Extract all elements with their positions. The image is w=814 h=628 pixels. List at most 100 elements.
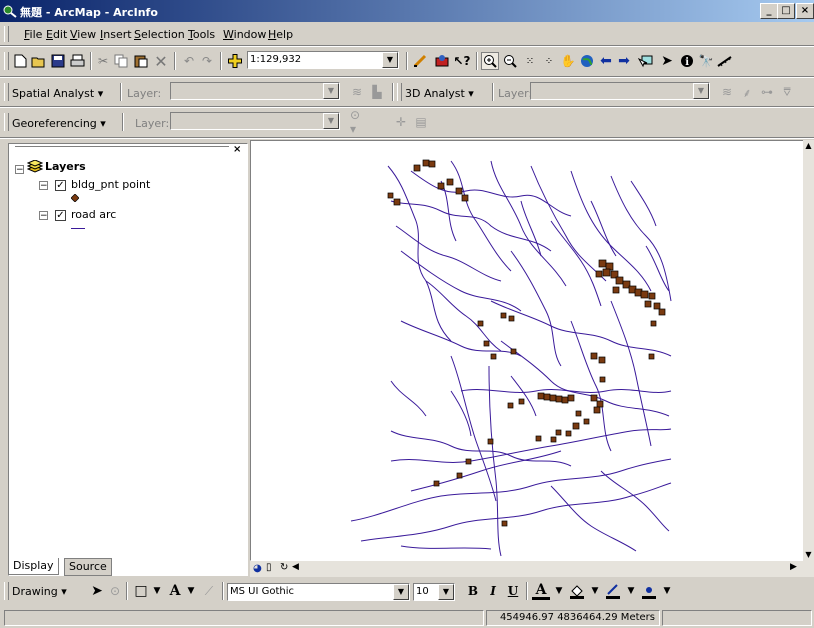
interpolate-line-icon[interactable]: ⩢ — [778, 83, 796, 101]
layer-name[interactable]: road arc — [71, 208, 116, 221]
layout-view-icon[interactable]: ▯ — [266, 562, 272, 573]
chevron-down-icon[interactable]: ▼ — [586, 582, 604, 600]
toolbar-grip[interactable] — [4, 52, 9, 70]
histogram-icon[interactable]: ≋ — [348, 83, 366, 101]
new-icon[interactable] — [11, 52, 29, 70]
chevron-down-icon[interactable]: ▼ — [693, 83, 709, 99]
map-vertical-scrollbar[interactable]: ▲ ▼ — [803, 140, 814, 561]
contour-tool-icon[interactable]: ≋ — [718, 83, 736, 101]
spatial-analyst-menu[interactable]: Spatial Analyst ▾ — [12, 87, 103, 100]
toolbar-grip[interactable] — [4, 582, 9, 600]
map-horizontal-scrollbar[interactable]: ◕ ▯ ↻ ◀ ▶ — [250, 561, 814, 577]
cut-icon[interactable]: ✂ — [94, 52, 112, 70]
layer-visibility-checkbox[interactable]: ✓ — [55, 180, 66, 191]
chevron-down-icon[interactable]: ▼ — [382, 52, 398, 68]
fill-color-icon[interactable] — [568, 582, 586, 600]
scroll-down-icon[interactable]: ▼ — [803, 549, 814, 561]
delete-icon[interactable]: ✕ — [152, 52, 170, 71]
layer-name[interactable]: bldg_pnt point — [71, 178, 150, 191]
menu-edit[interactable]: Edit — [46, 28, 67, 41]
steepest-path-icon[interactable]: ⸙ — [738, 83, 756, 101]
collapse-icon[interactable]: − — [39, 181, 48, 191]
close-button[interactable]: × — [796, 3, 814, 19]
georeferencing-menu[interactable]: Georeferencing ▾ — [12, 117, 106, 130]
rotate-icon[interactable]: ⊙ ▾ — [350, 108, 368, 136]
chevron-down-icon[interactable]: ▼ — [438, 584, 454, 600]
chevron-down-icon[interactable]: ▼ — [658, 582, 676, 600]
chevron-down-icon[interactable]: ▼ — [622, 582, 640, 600]
menu-tools[interactable]: Tools — [188, 28, 215, 41]
font-color-icon[interactable]: A — [532, 582, 550, 600]
save-icon[interactable] — [49, 52, 67, 70]
collapse-icon[interactable]: − — [15, 165, 24, 175]
menu-selection[interactable]: Selection — [134, 28, 185, 41]
whats-this-icon[interactable]: ↖? — [453, 52, 471, 70]
full-extent-icon[interactable] — [578, 52, 596, 70]
chevron-down-icon[interactable]: ▼ — [550, 582, 568, 600]
select-elements-icon[interactable]: ➤ — [88, 582, 106, 600]
chevron-down-icon[interactable]: ▼ — [323, 113, 339, 129]
open-icon[interactable] — [30, 52, 48, 70]
measure-icon[interactable] — [716, 52, 734, 70]
line-of-sight-icon[interactable]: ⊶ — [758, 83, 776, 101]
chevron-down-icon[interactable]: ▼ — [148, 582, 166, 600]
minimize-button[interactable]: _ — [760, 3, 778, 19]
font-size-combo[interactable]: 10 ▼ — [413, 583, 455, 601]
menu-file[interactable]: File — [24, 28, 42, 41]
create-contours-icon[interactable]: ▙ — [368, 83, 386, 101]
select-features-icon[interactable] — [637, 52, 655, 70]
print-icon[interactable] — [68, 52, 86, 70]
scroll-right-icon[interactable]: ▶ — [790, 562, 797, 572]
refresh-icon[interactable]: ↻ — [280, 562, 288, 573]
identify-icon[interactable]: i — [678, 52, 696, 70]
toc-root-label[interactable]: Layers — [45, 160, 86, 173]
toc-grip[interactable] — [15, 146, 229, 149]
fixed-zoom-in-icon[interactable]: ⁙ — [521, 52, 539, 70]
drawing-menu[interactable]: Drawing ▾ — [12, 585, 67, 598]
data-view-icon[interactable]: ◕ — [253, 563, 262, 574]
menu-view[interactable]: View — [70, 28, 96, 41]
font-name-combo[interactable]: MS UI Gothic ▼ — [227, 583, 410, 601]
undo-icon[interactable]: ↶ — [180, 52, 198, 70]
menu-help[interactable]: Help — [268, 28, 293, 41]
menu-grip[interactable] — [4, 26, 9, 42]
zoom-in-icon[interactable] — [481, 52, 499, 70]
spatial-analyst-layer-combo[interactable]: ▼ — [170, 82, 340, 100]
collapse-icon[interactable]: − — [39, 211, 48, 221]
map-display[interactable] — [250, 140, 805, 561]
layer-visibility-checkbox[interactable]: ✓ — [55, 210, 66, 221]
menu-window[interactable]: Window — [223, 28, 266, 41]
toolbar-grip[interactable] — [4, 113, 9, 131]
chevron-down-icon[interactable]: ▼ — [393, 584, 409, 600]
back-icon[interactable]: ⬅ — [597, 52, 615, 70]
view-link-table-icon[interactable]: ▤ — [412, 113, 430, 131]
close-icon[interactable]: × — [233, 144, 241, 155]
edit-vertices-icon[interactable]: ⟋ — [200, 582, 218, 600]
menu-insert[interactable]: Insert — [100, 28, 132, 41]
scroll-left-icon[interactable]: ◀ — [292, 562, 299, 572]
zoom-out-icon[interactable] — [501, 52, 519, 70]
line-color-icon[interactable] — [604, 582, 622, 600]
italic-button[interactable]: I — [484, 582, 502, 600]
tab-display[interactable]: Display — [8, 558, 59, 575]
toolbar-grip[interactable] — [397, 83, 402, 101]
toolbar-grip[interactable] — [4, 83, 9, 101]
underline-button[interactable]: U — [504, 582, 522, 600]
fixed-zoom-out-icon[interactable]: ⁘ — [540, 52, 558, 70]
editor-icon[interactable] — [412, 52, 430, 70]
pan-icon[interactable]: ✋ — [559, 52, 577, 70]
map-scale-combo[interactable]: 1:129,932 ▼ — [247, 51, 399, 69]
find-icon[interactable]: 🔭 — [697, 52, 715, 70]
tab-source[interactable]: Source — [64, 558, 112, 576]
select-elements-icon[interactable]: ➤ — [658, 52, 676, 70]
3d-analyst-layer-combo[interactable]: ▼ — [530, 82, 710, 100]
bold-button[interactable]: B — [464, 582, 482, 600]
georeferencing-layer-combo[interactable]: ▼ — [170, 112, 340, 130]
restore-button[interactable]: □ — [777, 3, 795, 19]
chevron-down-icon[interactable]: ▼ — [182, 582, 200, 600]
paste-icon[interactable] — [132, 52, 150, 70]
map-canvas[interactable] — [251, 141, 805, 561]
add-control-points-icon[interactable]: ✛ — [392, 113, 410, 131]
marker-color-icon[interactable] — [640, 582, 658, 600]
add-data-icon[interactable] — [226, 52, 244, 70]
